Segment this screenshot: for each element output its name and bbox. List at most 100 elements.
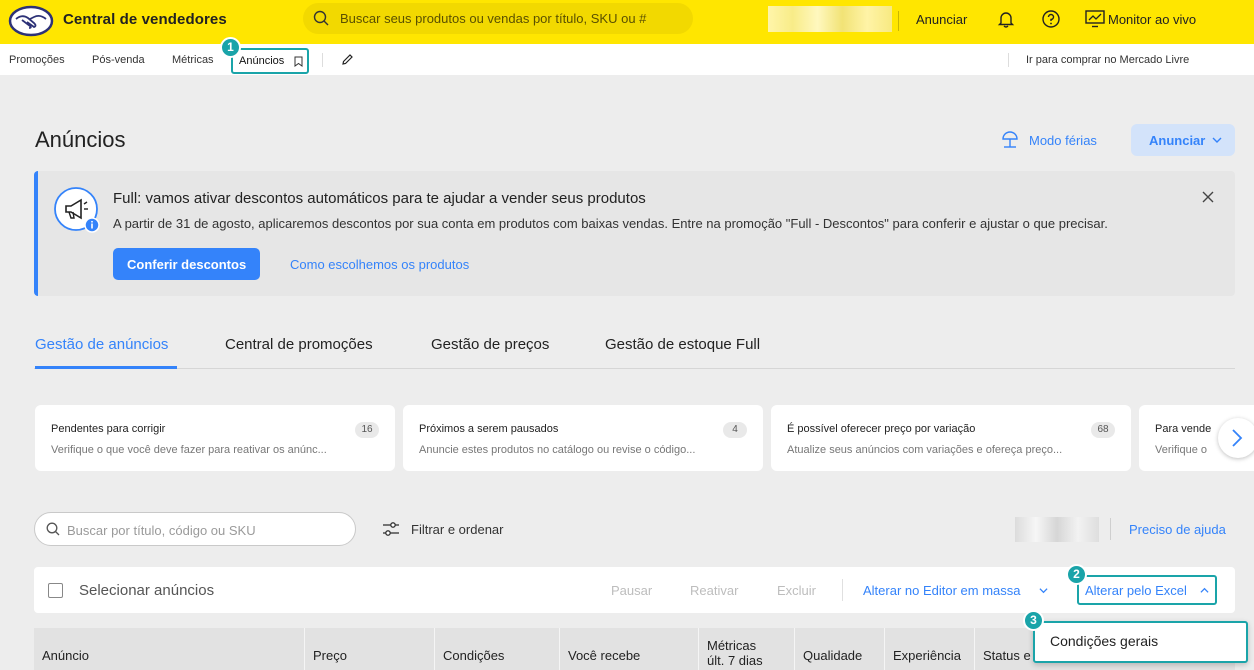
card-desc: Verifique o [1155, 444, 1207, 456]
card-desc: Verifique o que você deve fazer para rea… [51, 444, 327, 456]
nav-anuncios[interactable]: Anúncios [231, 48, 309, 74]
help-icon[interactable] [1041, 9, 1061, 29]
tab-central-promocoes[interactable]: Central de promoções [225, 336, 373, 353]
step-badge-2: 2 [1066, 564, 1087, 585]
reactivate-button[interactable]: Reativar [690, 583, 738, 598]
col-label: Qualidade [803, 648, 863, 663]
nav-anuncios-label: Anúncios [239, 55, 285, 67]
beach-umbrella-icon[interactable] [1001, 131, 1019, 149]
listing-search-input[interactable]: Buscar por título, código ou SKU [34, 512, 356, 546]
nav-metricas[interactable]: Métricas [172, 54, 214, 66]
brand-title[interactable]: Central de vendedores [63, 11, 227, 28]
megaphone-icon [54, 187, 100, 233]
card-title: Próximos a serem pausados [419, 423, 559, 435]
filter-sliders-icon[interactable] [382, 521, 400, 537]
col-label: Status e [983, 648, 1031, 663]
col-condicoes[interactable]: Condições [435, 628, 560, 670]
select-listings-label[interactable]: Selecionar anúncios [79, 582, 214, 599]
check-discounts-button[interactable]: Conferir descontos [113, 248, 260, 280]
tab-gestao-anuncios[interactable]: Gestão de anúncios [35, 336, 168, 353]
anunciar-button[interactable]: Anunciar [1131, 124, 1235, 156]
monitor-live-link[interactable]: Monitor ao vivo [1108, 12, 1196, 27]
col-preco[interactable]: Preço [305, 628, 435, 670]
card-count: 16 [355, 422, 379, 438]
pencil-icon[interactable] [341, 53, 354, 66]
global-search-placeholder: Buscar seus produtos ou vendas por títul… [340, 11, 647, 26]
nav-promocoes[interactable]: Promoções [9, 54, 65, 66]
card-count: 4 [723, 422, 747, 438]
card-count: 68 [1091, 422, 1115, 438]
col-metricas[interactable]: Métricas últ. 7 dias [699, 628, 795, 670]
bell-icon[interactable] [996, 9, 1016, 29]
redacted-info [1015, 517, 1099, 542]
chevron-up-icon [1200, 587, 1209, 593]
global-search-input[interactable]: Buscar seus produtos ou vendas por títul… [303, 3, 693, 34]
tabs-divider [34, 368, 1235, 369]
col-experiencia[interactable]: Experiência [885, 628, 975, 670]
cards-next-button[interactable] [1218, 418, 1254, 458]
chevron-down-icon [1039, 588, 1048, 594]
col-label-line2: últ. 7 dias [707, 653, 763, 668]
excel-edit-button[interactable]: Alterar pelo Excel [1077, 575, 1217, 605]
anunciar-button-label: Anunciar [1149, 133, 1206, 148]
chevron-down-icon [1212, 137, 1222, 143]
col-qualidade[interactable]: Qualidade [795, 628, 885, 670]
bulk-action-bar: Selecionar anúncios Pausar Reativar Excl… [34, 567, 1235, 613]
divider [1110, 518, 1111, 540]
excel-dropdown-menu: Condições gerais [1033, 621, 1248, 663]
active-tab-indicator [35, 366, 177, 369]
how-we-choose-link[interactable]: Como escolhemos os produtos [290, 257, 469, 272]
select-all-checkbox[interactable] [48, 583, 63, 598]
chevron-right-icon [1232, 429, 1243, 447]
col-anuncio[interactable]: Anúncio [34, 628, 305, 670]
step-badge-3: 3 [1023, 610, 1044, 631]
redacted-user-info [768, 6, 892, 32]
banner-title: Full: vamos ativar descontos automáticos… [113, 190, 646, 207]
card-title: É possível oferecer preço por variação [787, 423, 976, 435]
header-anunciar-link[interactable]: Anunciar [916, 12, 967, 27]
search-icon [313, 10, 329, 26]
col-label: Experiência [893, 648, 961, 663]
col-label: Anúncio [42, 648, 89, 663]
menu-item-general-conditions[interactable]: Condições gerais [1050, 633, 1158, 649]
bulk-editor-button[interactable]: Alterar no Editor em massa [863, 583, 1021, 598]
card-title: Para vende [1155, 423, 1212, 435]
col-label: Você recebe [568, 648, 641, 663]
card-price-per-variation[interactable]: É possível oferecer preço por variação A… [771, 405, 1131, 471]
divider [898, 11, 899, 31]
vacation-mode-link[interactable]: Modo férias [1029, 133, 1097, 148]
divider [842, 579, 843, 601]
tab-gestao-precos[interactable]: Gestão de preços [431, 336, 549, 353]
col-label-line1: Métricas [707, 638, 757, 653]
pause-button[interactable]: Pausar [611, 583, 652, 598]
mercado-livre-logo-icon[interactable] [8, 5, 54, 37]
listing-search-placeholder: Buscar por título, código ou SKU [67, 523, 256, 538]
monitor-icon[interactable] [1085, 10, 1105, 28]
need-help-link[interactable]: Preciso de ajuda [1129, 522, 1226, 537]
bookmark-icon[interactable] [294, 56, 303, 67]
page-title: Anúncios [35, 127, 126, 152]
card-desc: Anuncie estes produtos no catálogo ou re… [419, 444, 696, 456]
tab-gestao-estoque-full[interactable]: Gestão de estoque Full [605, 336, 760, 353]
close-icon[interactable] [1201, 190, 1215, 204]
card-to-be-paused[interactable]: Próximos a serem pausados Anuncie estes … [403, 405, 763, 471]
card-desc: Atualize seus anúncios com variações e o… [787, 444, 1063, 456]
col-label: Métricas últ. 7 dias [707, 638, 763, 668]
top-bar: Central de vendedores Buscar seus produt… [0, 0, 1254, 44]
col-label: Condições [443, 648, 505, 663]
filter-sort-button[interactable]: Filtrar e ordenar [411, 522, 503, 537]
card-pending-fix[interactable]: Pendentes para corrigir Verifique o que … [35, 405, 395, 471]
col-label: Preço [313, 648, 347, 663]
col-voce-recebe[interactable]: Você recebe [560, 628, 699, 670]
step-badge-1: 1 [220, 37, 241, 58]
excel-edit-label: Alterar pelo Excel [1085, 583, 1187, 598]
banner-body: A partir de 31 de agosto, aplicaremos de… [113, 216, 1108, 231]
nav-pos-venda[interactable]: Pós-venda [92, 54, 145, 66]
delete-button[interactable]: Excluir [777, 583, 816, 598]
divider [1008, 53, 1009, 67]
card-title: Pendentes para corrigir [51, 423, 166, 435]
go-buy-link[interactable]: Ir para comprar no Mercado Livre [1026, 54, 1189, 66]
divider [322, 53, 323, 67]
promo-banner: Full: vamos ativar descontos automáticos… [34, 171, 1235, 296]
search-icon [46, 522, 60, 536]
